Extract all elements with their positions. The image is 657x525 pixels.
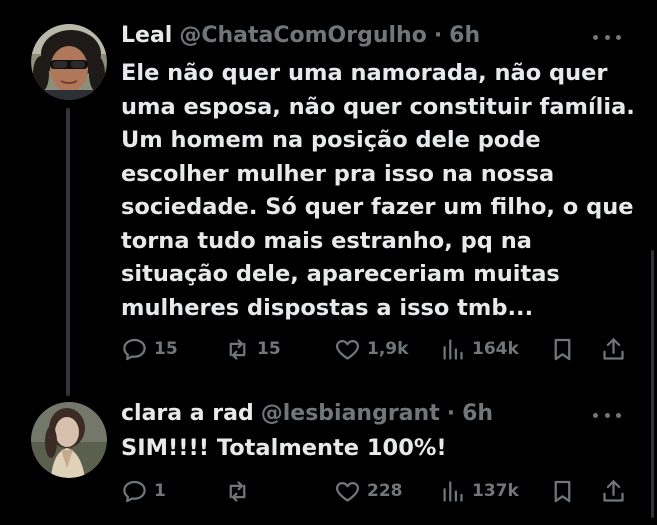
like-count: 228 — [367, 481, 403, 501]
views-button[interactable]: 137k — [439, 476, 519, 506]
repost-count: 15 — [257, 339, 281, 359]
views-icon — [443, 338, 463, 360]
reply-button[interactable]: 1 — [121, 476, 166, 506]
share-button[interactable] — [600, 334, 627, 364]
like-button[interactable]: 1,9k — [334, 334, 408, 364]
thread-connector-line — [66, 108, 70, 396]
like-button[interactable]: 228 — [334, 476, 403, 506]
repost-icon — [229, 480, 246, 502]
more-icon[interactable] — [593, 27, 621, 47]
author-handle[interactable]: @lesbiangrant — [261, 401, 440, 426]
reply-icon — [123, 480, 146, 502]
tweet-time[interactable]: 6h — [462, 401, 493, 426]
bookmark-icon — [554, 338, 571, 360]
reply-count: 1 — [154, 481, 166, 501]
bookmark-button[interactable] — [549, 476, 576, 506]
views-count: 137k — [472, 481, 519, 501]
tweet-actions: 1 228 137k — [121, 476, 631, 506]
separator-dot: · — [446, 401, 456, 426]
scrollbar[interactable] — [651, 250, 654, 518]
more-icon[interactable] — [593, 405, 621, 425]
avatar-woman-sunglasses-icon — [31, 24, 107, 100]
avatar-leal[interactable] — [31, 24, 107, 100]
bookmark-icon — [554, 480, 571, 502]
reply-icon — [123, 338, 146, 360]
avatar-woman-portrait-icon — [31, 402, 107, 478]
share-button[interactable] — [600, 476, 627, 506]
bookmark-button[interactable] — [549, 334, 576, 364]
share-icon — [603, 337, 624, 360]
views-button[interactable]: 164k — [439, 334, 519, 364]
tweet-header: Leal @ChataComOrgulho · 6h — [121, 22, 480, 50]
share-icon — [603, 479, 624, 502]
reply-count: 15 — [154, 339, 178, 359]
avatar-clara[interactable] — [31, 402, 107, 478]
tweet-1[interactable]: Leal @ChataComOrgulho · 6h Ele não quer … — [0, 0, 657, 396]
author-handle[interactable]: @ChataComOrgulho — [179, 23, 426, 48]
heart-icon — [335, 481, 360, 502]
author-name[interactable]: Leal — [121, 23, 172, 48]
tweet-actions: 15 15 1,9k 164k — [121, 334, 631, 364]
tweet-time[interactable]: 6h — [449, 23, 480, 48]
tweet-header: clara a rad @lesbiangrant · 6h — [121, 400, 493, 428]
reply-button[interactable]: 15 — [121, 334, 178, 364]
repost-button[interactable]: 15 — [224, 334, 281, 364]
heart-icon — [335, 339, 360, 360]
repost-icon — [229, 338, 246, 360]
views-count: 164k — [472, 339, 519, 359]
like-count: 1,9k — [367, 339, 409, 359]
repost-button[interactable] — [224, 476, 257, 506]
tweet-2[interactable]: clara a rad @lesbiangrant · 6h SIM!!!! T… — [0, 390, 657, 525]
separator-dot: · — [433, 23, 443, 48]
tweet-text: SIM!!!! Totalmente 100%! — [121, 435, 447, 461]
views-icon — [443, 480, 463, 502]
tweet-text: Ele não quer uma namorada, não quer uma … — [121, 60, 635, 321]
author-name[interactable]: clara a rad — [121, 401, 254, 426]
